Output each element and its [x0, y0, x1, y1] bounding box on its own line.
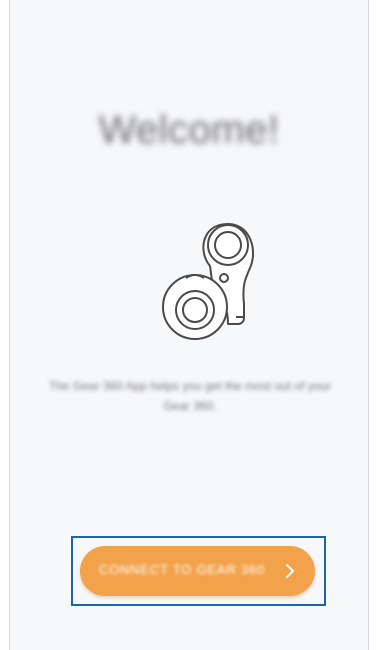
gear-360-camera-icon [152, 206, 256, 356]
welcome-title: Welcome! [98, 108, 280, 152]
chevron-right-icon [283, 562, 297, 580]
connect-button-label: CONNECT TO GEAR 360 [98, 562, 266, 577]
welcome-description: The Gear 360 App helps you get the most … [48, 379, 332, 413]
connect-to-gear-360-button[interactable]: CONNECT TO GEAR 360 [80, 546, 315, 596]
